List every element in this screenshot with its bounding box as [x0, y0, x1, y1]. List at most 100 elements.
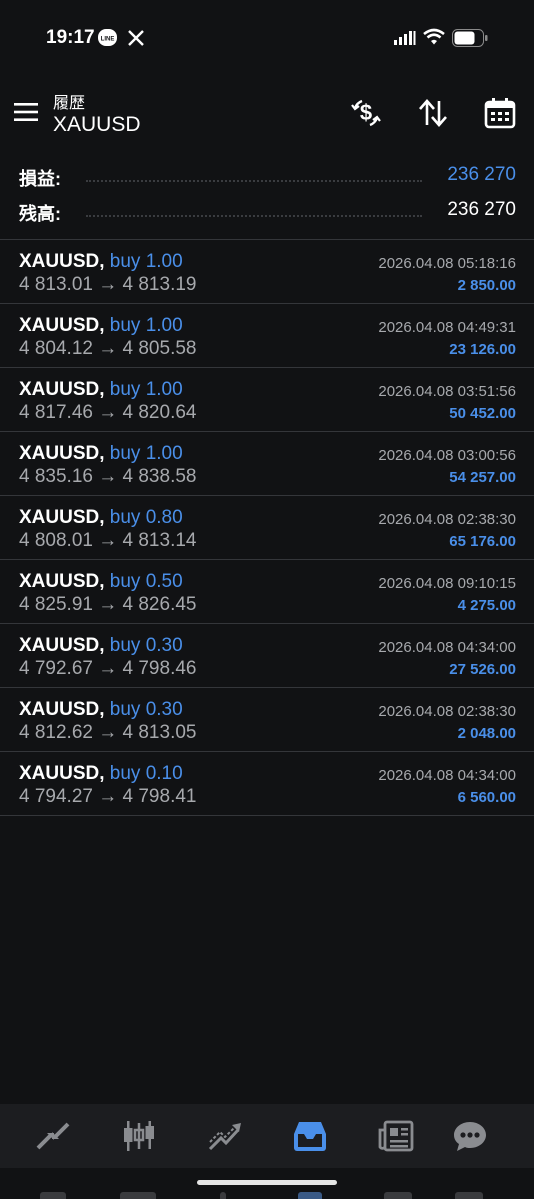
deal-symbol: XAUUSD, — [19, 763, 105, 784]
menu-icon[interactable] — [14, 102, 38, 122]
deal-side: buy 0.10 — [109, 763, 183, 784]
deal-row[interactable]: XAUUSD, buy 0.30 4 792.67 → 4 798.46 202… — [0, 624, 534, 688]
tab-chart[interactable] — [119, 1118, 159, 1154]
deal-profit: 27 526.00 — [449, 661, 516, 678]
currency-exchange-icon: $ — [351, 99, 381, 127]
deal-time: 2026.04.08 05:18:16 — [378, 255, 516, 272]
status-time: 19:17 — [46, 27, 95, 48]
deal-symbol: XAUUSD, — [19, 443, 105, 464]
dotted-leader — [86, 215, 422, 217]
tab-history[interactable] — [290, 1118, 330, 1154]
deal-prices: 4 813.01 → 4 813.19 — [19, 274, 197, 295]
deal-time: 2026.04.08 09:10:15 — [378, 575, 516, 592]
deal-symbol: XAUUSD, — [19, 507, 105, 528]
deal-row[interactable]: XAUUSD, buy 0.30 4 812.62 → 4 813.05 202… — [0, 688, 534, 752]
profit-value: 236 270 — [447, 164, 516, 185]
deal-row[interactable]: XAUUSD, buy 1.00 4 804.12 → 4 805.58 202… — [0, 304, 534, 368]
deal-prices: 4 792.67 → 4 798.46 — [19, 658, 197, 679]
deal-symbol: XAUUSD, — [19, 699, 105, 720]
deal-side: buy 1.00 — [109, 251, 183, 272]
page-subtitle: 履歴 — [53, 95, 86, 112]
deal-row[interactable]: XAUUSD, buy 0.10 4 794.27 → 4 798.41 202… — [0, 752, 534, 816]
status-bar: 19:17 LINE — [0, 0, 534, 76]
history-icon — [294, 1122, 326, 1151]
deal-side: buy 0.50 — [109, 571, 183, 592]
tab-chat[interactable] — [450, 1118, 490, 1154]
deal-symbol: XAUUSD, — [19, 635, 105, 656]
deal-symbol: XAUUSD, — [19, 379, 105, 400]
deal-time: 2026.04.08 04:34:00 — [378, 639, 516, 656]
profit-label: 損益: — [19, 169, 61, 189]
deal-row[interactable]: XAUUSD, buy 0.50 4 825.91 → 4 826.45 202… — [0, 560, 534, 624]
deal-time: 2026.04.08 04:34:00 — [378, 767, 516, 784]
deal-profit: 23 126.00 — [449, 341, 516, 358]
deal-time: 2026.04.08 03:51:56 — [378, 383, 516, 400]
deal-prices: 4 835.16 → 4 838.58 — [19, 466, 197, 487]
trade-icon — [208, 1123, 241, 1151]
bottom-nav — [0, 1104, 534, 1168]
deal-profit: 6 560.00 — [457, 789, 516, 806]
deal-profit: 2 048.00 — [457, 725, 516, 742]
page-title[interactable]: XAUUSD — [53, 113, 141, 137]
deal-side: buy 0.30 — [109, 699, 183, 720]
dotted-leader — [86, 180, 422, 182]
peek-shape — [220, 1192, 226, 1199]
deal-time: 2026.04.08 02:38:30 — [378, 511, 516, 528]
peek-shape — [298, 1192, 322, 1199]
deal-row[interactable]: XAUUSD, buy 1.00 4 813.01 → 4 813.19 202… — [0, 240, 534, 304]
app-header: 履歴 XAUUSD $ — [0, 76, 534, 158]
balance-summary: 残高: 236 270 — [0, 196, 534, 228]
deal-profit: 65 176.00 — [449, 533, 516, 550]
chat-icon — [454, 1122, 486, 1151]
news-icon — [378, 1120, 414, 1152]
peek-shape — [384, 1192, 412, 1199]
wifi-icon — [423, 28, 445, 45]
svg-text:$: $ — [360, 100, 372, 125]
deal-time: 2026.04.08 04:49:31 — [378, 319, 516, 336]
home-indicator[interactable] — [197, 1180, 337, 1185]
sort-icon — [419, 99, 447, 127]
deal-symbol: XAUUSD, — [19, 315, 105, 336]
deal-side: buy 0.80 — [109, 507, 183, 528]
deal-profit: 2 850.00 — [457, 277, 516, 294]
deal-profit: 54 257.00 — [449, 469, 516, 486]
deal-time: 2026.04.08 03:00:56 — [378, 447, 516, 464]
currency-exchange-button[interactable]: $ — [348, 95, 384, 131]
deal-side: buy 1.00 — [109, 379, 183, 400]
profit-summary: 損益: 236 270 — [0, 161, 534, 193]
deal-row[interactable]: XAUUSD, buy 1.00 4 835.16 → 4 838.58 202… — [0, 432, 534, 496]
deal-symbol: XAUUSD, — [19, 251, 105, 272]
deal-prices: 4 812.62 → 4 813.05 — [19, 722, 197, 743]
deal-symbol: XAUUSD, — [19, 571, 105, 592]
deal-prices: 4 804.12 → 4 805.58 — [19, 338, 197, 359]
svg-text:LINE: LINE — [101, 37, 115, 43]
deal-side: buy 0.30 — [109, 635, 183, 656]
tab-trade[interactable] — [205, 1118, 245, 1154]
calendar-button[interactable] — [482, 95, 518, 131]
sort-button[interactable] — [415, 95, 451, 131]
deal-profit: 50 452.00 — [449, 405, 516, 422]
deal-prices: 4 794.27 → 4 798.41 — [19, 786, 197, 807]
deal-side: buy 1.00 — [109, 315, 183, 336]
balance-value: 236 270 — [447, 199, 516, 220]
peek-shape — [455, 1192, 483, 1199]
x-app-icon — [128, 30, 144, 46]
deal-prices: 4 825.91 → 4 826.45 — [19, 594, 197, 615]
tab-news[interactable] — [376, 1118, 416, 1154]
deal-side: buy 1.00 — [109, 443, 183, 464]
peek-shape — [40, 1192, 66, 1199]
deal-profit: 4 275.00 — [457, 597, 516, 614]
battery-icon — [452, 29, 488, 47]
tab-quotes[interactable] — [33, 1118, 73, 1154]
calendar-icon — [484, 98, 516, 129]
deal-time: 2026.04.08 02:38:30 — [378, 703, 516, 720]
deal-prices: 4 817.46 → 4 820.64 — [19, 402, 197, 423]
peek-shape — [120, 1192, 156, 1199]
deal-row[interactable]: XAUUSD, buy 1.00 4 817.46 → 4 820.64 202… — [0, 368, 534, 432]
chart-icon — [124, 1121, 154, 1151]
line-app-icon: LINE — [98, 29, 117, 46]
deal-prices: 4 808.01 → 4 813.14 — [19, 530, 197, 551]
quotes-icon — [36, 1122, 70, 1150]
deal-row[interactable]: XAUUSD, buy 0.80 4 808.01 → 4 813.14 202… — [0, 496, 534, 560]
balance-label: 残高: — [19, 204, 61, 224]
